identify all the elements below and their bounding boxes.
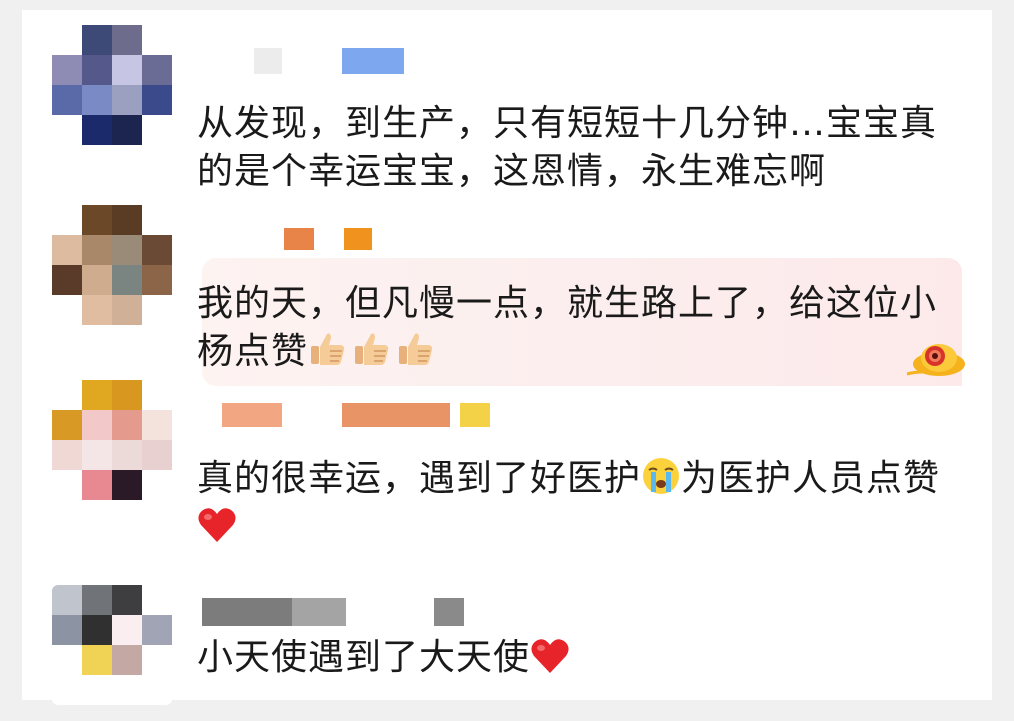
heart-icon [531, 639, 569, 673]
avatar[interactable] [52, 380, 172, 500]
avatar[interactable] [52, 585, 172, 705]
comment-text-content: 小天使遇到了大天使 [197, 637, 531, 678]
comment-text-after: 为医护人员点赞 [681, 458, 941, 499]
comment-item: 我的天，但凡慢一点，就生路上了，给这位小杨点赞 [22, 200, 992, 386]
comment-item: 小天使遇到了大天使 [22, 580, 992, 705]
comment-text: 从发现，到生产，只有短短十几分钟…宝宝真的是个幸运宝宝，这恩情，永生难忘啊 [197, 103, 938, 192]
comment-text-before: 真的很幸运，遇到了好医护 [197, 458, 642, 499]
heart-icon [198, 508, 236, 542]
avatar[interactable] [52, 205, 172, 325]
avatar[interactable] [52, 25, 172, 145]
thumbs-up-icon [311, 333, 345, 365]
thumbs-up-icon [355, 333, 389, 365]
gold-ingot-badge-icon [906, 344, 965, 376]
comment-item: 从发现，到生产，只有短短十几分钟…宝宝真的是个幸运宝宝，这恩情，永生难忘啊 [22, 20, 992, 200]
crying-face-icon [643, 458, 680, 494]
comment-item: 真的很幸运，遇到了好医护 为医护人员点赞 [22, 375, 992, 555]
comment-text: 我的天，但凡慢一点，就生路上了，给这位小杨点赞 [197, 280, 957, 376]
comment-text: 真的很幸运，遇到了好医护 为医护人员点赞 [197, 455, 957, 551]
comments-card: 从发现，到生产，只有短短十几分钟…宝宝真的是个幸运宝宝，这恩情，永生难忘啊 我的… [22, 10, 992, 705]
comment-text: 小天使遇到了大天使 [197, 634, 957, 682]
thumbs-up-icon [399, 333, 433, 365]
